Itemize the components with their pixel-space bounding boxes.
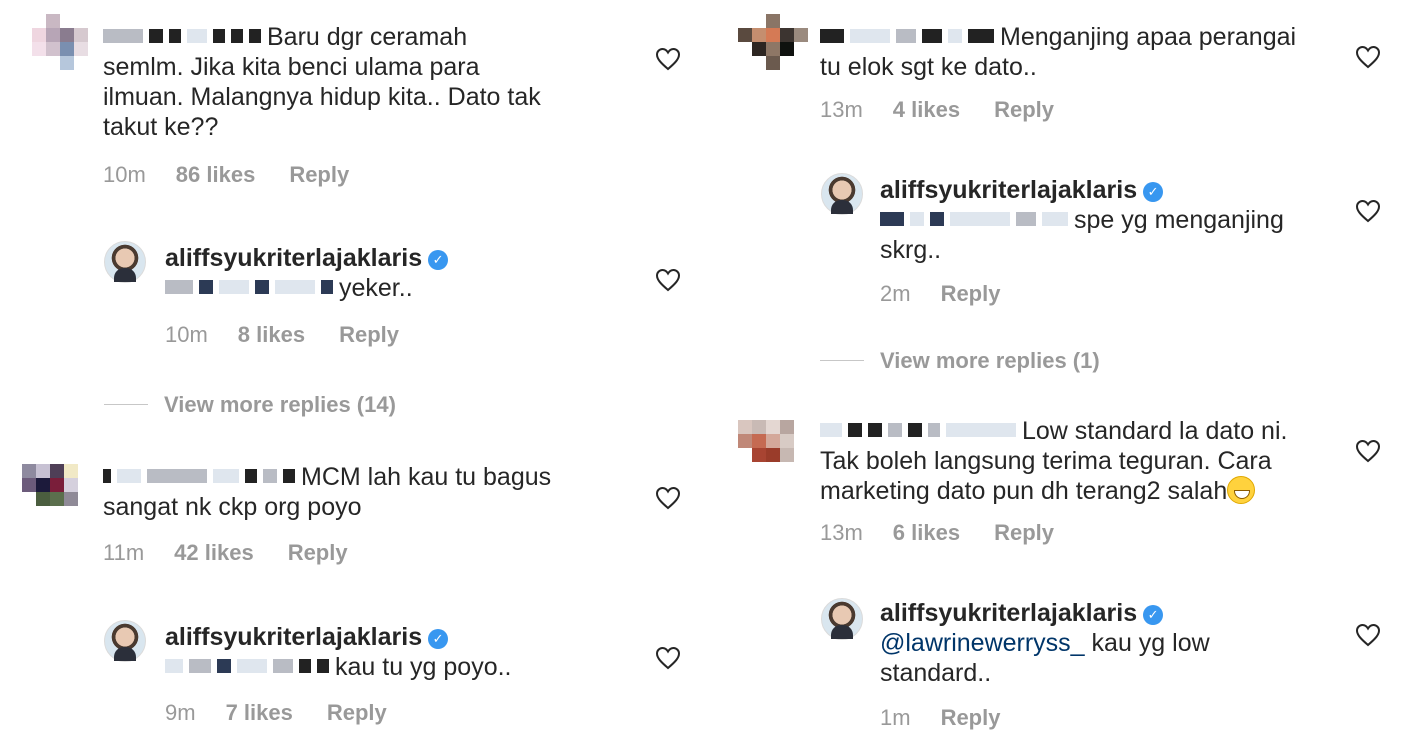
redacted-username[interactable] <box>820 417 1022 445</box>
reply-username[interactable]: aliffsyukriterlajaklaris <box>165 244 422 272</box>
like-heart-icon[interactable] <box>655 646 681 670</box>
comment-text: Baru dgr ceramah semlm. Jika kita benci … <box>103 23 541 141</box>
comment-meta: 10m 86 likes Reply <box>103 162 349 188</box>
view-more-replies-button[interactable]: View more replies (1) <box>820 348 1100 374</box>
comment-meta: 11m 42 likes Reply <box>103 540 348 566</box>
reply-text: aliffsyukriterlajaklaris ✓ kau tu yg poyo… <box>165 623 512 681</box>
timestamp: 1m <box>880 705 911 730</box>
commenter-avatar[interactable] <box>738 420 822 476</box>
verified-badge-icon: ✓ <box>1143 182 1164 202</box>
like-heart-icon[interactable] <box>1355 45 1381 69</box>
redacted-mention[interactable] <box>165 653 335 681</box>
likes-count[interactable]: 6 likes <box>893 520 960 545</box>
redacted-mention[interactable] <box>880 206 1074 234</box>
verified-badge-icon: ✓ <box>428 250 449 270</box>
comment-text: MCM lah kau tu bagus sangat nk ckp org p… <box>103 463 552 521</box>
redacted-username[interactable] <box>103 23 267 51</box>
reply-username[interactable]: aliffsyukriterlajaklaris <box>880 176 1137 204</box>
redacted-mention[interactable] <box>165 274 339 302</box>
verified-badge-icon: ✓ <box>1143 605 1164 625</box>
like-heart-icon[interactable] <box>655 268 681 292</box>
timestamp: 13m <box>820 520 863 545</box>
like-heart-icon[interactable] <box>655 47 681 71</box>
reply-button[interactable]: Reply <box>994 97 1054 122</box>
reply-username[interactable]: aliffsyukriterlajaklaris <box>165 623 422 651</box>
owner-avatar[interactable] <box>821 173 863 215</box>
like-heart-icon[interactable] <box>1355 439 1381 463</box>
redacted-username[interactable] <box>820 23 1000 51</box>
reply-button[interactable]: Reply <box>941 281 1001 306</box>
redacted-username[interactable] <box>103 463 301 491</box>
timestamp: 11m <box>103 540 145 565</box>
timestamp: 2m <box>880 281 911 306</box>
comment-text: Menganjing apaa perangai tu elok sgt ke … <box>820 23 1297 81</box>
reply-text: aliffsyukriterlajaklaris ✓ yeker.. <box>165 243 645 303</box>
reply-text: aliffsyukriterlajaklaris ✓ spe yg menganj… <box>880 176 1284 264</box>
like-heart-icon[interactable] <box>655 486 681 510</box>
reply-text: aliffsyukriterlajaklaris ✓ @lawrinewerrys… <box>880 599 1210 687</box>
view-more-replies-button[interactable]: View more replies (14) <box>104 392 396 418</box>
commenter-avatar[interactable] <box>18 14 102 70</box>
divider-line <box>104 404 148 405</box>
commenter-avatar[interactable] <box>22 464 106 520</box>
reply-button[interactable]: Reply <box>288 540 348 565</box>
reply-button[interactable]: Reply <box>327 700 387 725</box>
reply-meta: 1m Reply <box>880 705 1000 731</box>
like-heart-icon[interactable] <box>1355 623 1381 647</box>
reply-button[interactable]: Reply <box>941 705 1001 730</box>
verified-badge-icon: ✓ <box>428 629 449 649</box>
reply-meta: 9m 7 likes Reply <box>165 700 387 726</box>
mention-link[interactable]: @lawrinewerryss_ <box>880 629 1085 657</box>
grinning-sweat-emoji-icon <box>1227 476 1256 504</box>
likes-count[interactable]: 7 likes <box>226 700 293 725</box>
comment-text: Low standard la dato ni. Tak boleh langs… <box>820 417 1288 505</box>
likes-count[interactable]: 42 likes <box>174 540 254 565</box>
reply-button[interactable]: Reply <box>289 162 349 187</box>
owner-avatar[interactable] <box>104 241 146 283</box>
reply-meta: 2m Reply <box>880 281 1000 307</box>
commenter-avatar[interactable] <box>738 14 822 70</box>
reply-username[interactable]: aliffsyukriterlajaklaris <box>880 599 1137 627</box>
comment-meta: 13m 6 likes Reply <box>820 520 1054 546</box>
reply-button[interactable]: Reply <box>994 520 1054 545</box>
owner-avatar[interactable] <box>104 620 146 662</box>
owner-avatar[interactable] <box>821 598 863 640</box>
likes-count[interactable]: 4 likes <box>893 97 960 122</box>
likes-count[interactable]: 86 likes <box>176 162 256 187</box>
reply-meta: 10m 8 likes Reply <box>165 322 399 348</box>
comment-meta: 13m 4 likes Reply <box>820 97 1054 123</box>
timestamp: 10m <box>165 322 208 347</box>
like-heart-icon[interactable] <box>1355 199 1381 223</box>
timestamp: 10m <box>103 162 146 187</box>
reply-button[interactable]: Reply <box>339 322 399 347</box>
timestamp: 13m <box>820 97 863 122</box>
timestamp: 9m <box>165 700 196 725</box>
likes-count[interactable]: 8 likes <box>238 322 305 347</box>
divider-line <box>820 360 864 361</box>
